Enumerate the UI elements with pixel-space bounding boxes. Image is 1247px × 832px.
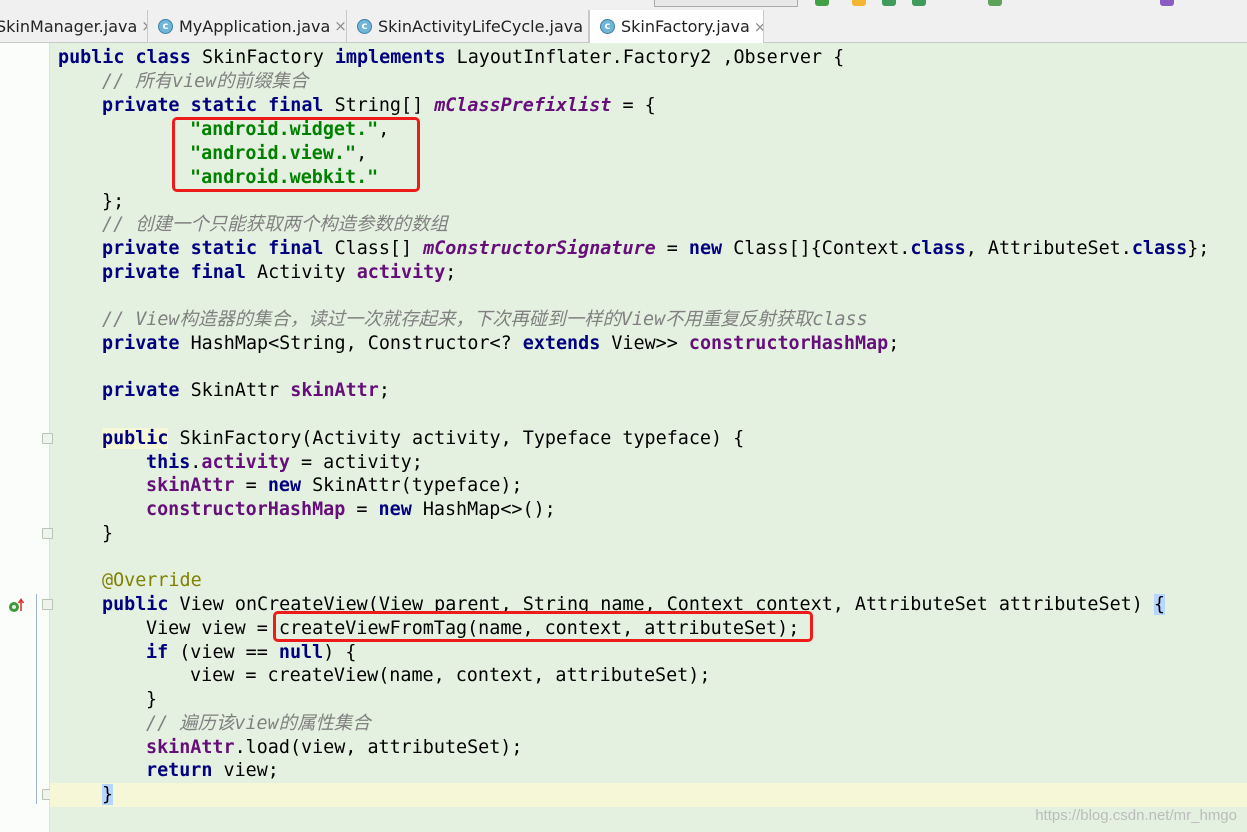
class-icon: c [357, 18, 372, 34]
code-line: private final Activity activity; [102, 262, 457, 283]
tab-label: SkinActivityLifeCycle.java [378, 16, 584, 36]
code-line: } [102, 784, 114, 805]
plugin-icon[interactable] [1160, 0, 1174, 6]
run-icon[interactable] [815, 0, 829, 6]
code-line: private SkinAttr skinAttr; [102, 380, 390, 401]
override-method-icon[interactable] [8, 598, 24, 614]
tab-skinactivitylifecycle[interactable]: c SkinActivityLifeCycle.java × [347, 10, 589, 42]
tab-label: SkinManager.java [0, 16, 138, 36]
fold-icon[interactable] [42, 528, 53, 539]
code-line: skinAttr = new SkinAttr(typeface); [146, 475, 523, 496]
code-line: } [102, 523, 114, 544]
code-line: skinAttr.load(view, attributeSet); [146, 737, 523, 758]
code-comment: // 创建一个只能获取两个构造参数的数组 [102, 214, 448, 235]
code-comment: // 所有view的前缀集合 [102, 71, 309, 92]
code-line: private static final Class[] mConstructo… [102, 238, 1210, 259]
fold-icon[interactable] [42, 599, 53, 610]
code-line: private static final String[] mClassPref… [102, 95, 656, 116]
class-icon: c [600, 19, 615, 34]
code-line: public SkinFactory(Activity activity, Ty… [102, 428, 745, 449]
highlight-box-create-view-from-tag [273, 611, 813, 642]
code-comment: // View构造器的集合，读过一次就存起来，下次再碰到一样的View不用重复反… [102, 309, 868, 330]
code-line: public class SkinFactory implements Layo… [58, 47, 845, 68]
code-line: private HashMap<String, Constructor<? ex… [102, 333, 900, 354]
code-line: view = createView(name, context, attribu… [190, 665, 711, 686]
highlight-box-prefix-list [172, 117, 420, 192]
fold-icon[interactable] [42, 433, 53, 444]
code-line: } [146, 689, 158, 710]
code-comment: // 遍历该view的属性集合 [146, 713, 371, 734]
toolbar-strip [0, 0, 1247, 8]
tab-myapplication[interactable]: c MyApplication.java × [148, 10, 347, 42]
attach-debugger-icon[interactable] [912, 0, 926, 6]
code-line: this.activity = activity; [146, 452, 423, 473]
editor-tab-bar: SkinManager.java × c MyApplication.java … [0, 0, 1247, 43]
current-line-highlight [50, 783, 1247, 807]
sync-icon[interactable] [988, 0, 1002, 6]
tab-label: MyApplication.java [179, 16, 331, 36]
code-line: if (view == null) { [146, 642, 357, 663]
watermark: https://blog.csdn.net/mr_hmgo [1035, 807, 1237, 824]
run-config-dropdown[interactable] [654, 0, 798, 7]
close-icon[interactable]: × [754, 18, 763, 36]
code-line: }; [102, 191, 125, 212]
method-scope-rail [36, 594, 37, 804]
tab-label: SkinFactory.java [621, 17, 750, 36]
tab-skinmanager[interactable]: SkinManager.java × [0, 10, 148, 42]
close-icon[interactable]: × [141, 17, 147, 35]
tab-skinfactory[interactable]: c SkinFactory.java × [589, 10, 764, 43]
debug-icon[interactable] [852, 0, 866, 6]
close-icon[interactable]: × [334, 17, 346, 35]
class-icon: c [158, 18, 173, 34]
code-annotation: @Override [102, 570, 202, 591]
profile-icon[interactable] [882, 0, 896, 6]
code-line: constructorHashMap = new HashMap<>(); [146, 499, 556, 520]
code-line: return view; [146, 760, 279, 781]
